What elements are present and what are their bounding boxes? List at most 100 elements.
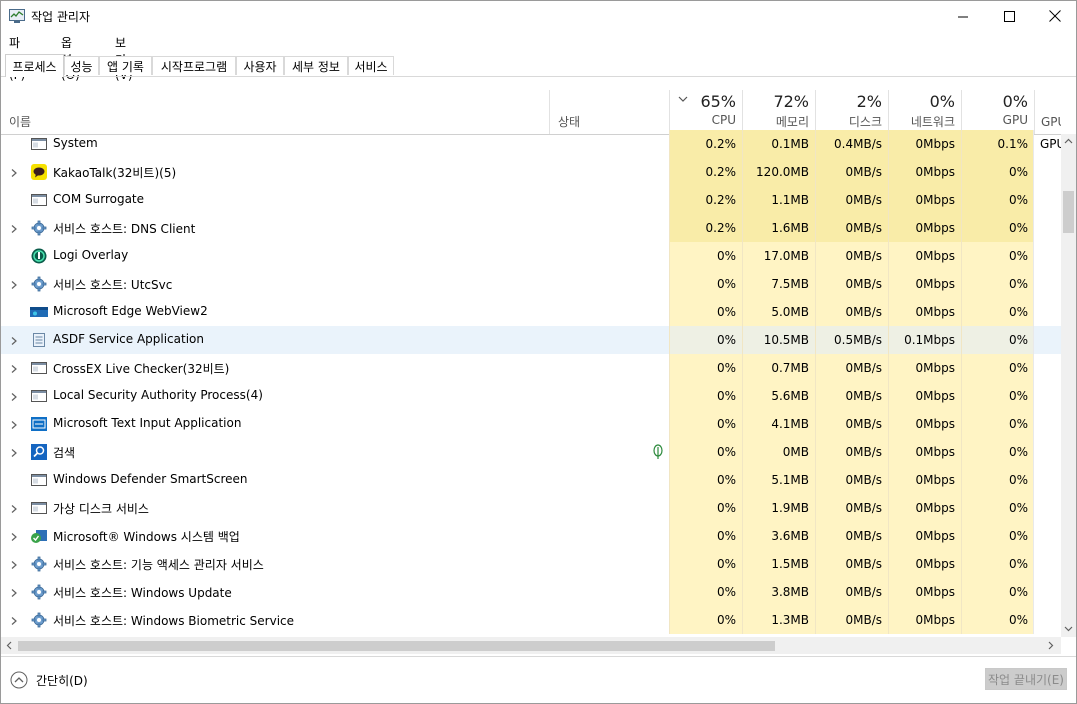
tab-services[interactable]: 서비스 (348, 56, 394, 75)
process-row[interactable]: 서비스 호스트: Windows Update 0% 3.8MB 0MB/s 0Mbps… (1, 578, 1061, 606)
process-row[interactable]: Microsoft Edge WebView2 0% 5.0MB 0MB/s 0Mbps… (1, 298, 1061, 326)
process-gpu-engine (1033, 410, 1061, 438)
process-row[interactable]: 서비스 호스트: 기능 액세스 관리자 서비스 0% 1.5MB 0MB/s 0Mbps… (1, 550, 1061, 578)
expand-chevron-icon[interactable] (9, 391, 19, 401)
document-icon (30, 332, 48, 348)
header-status[interactable]: 상태 (549, 90, 669, 134)
header-gpu-engine[interactable]: GPU 엔 (1034, 90, 1061, 134)
process-gpu: 0% (961, 298, 1034, 326)
process-disk: 0MB/s (815, 522, 888, 550)
expand-chevron-icon[interactable] (9, 503, 19, 513)
process-row[interactable]: KakaoTalk(32비트)(5) 0.2% 120.0MB 0MB/s 0Mbps 0… (1, 158, 1061, 186)
expand-chevron-icon[interactable] (9, 167, 19, 177)
tab-users[interactable]: 사용자 (236, 56, 284, 75)
gear-icon (30, 584, 48, 600)
expand-chevron-icon[interactable] (9, 587, 19, 597)
horizontal-scroll-thumb[interactable] (18, 641, 775, 651)
minimize-icon (957, 16, 968, 17)
expand-chevron-icon[interactable] (9, 335, 19, 345)
process-name: 검색 (53, 446, 76, 460)
process-gpu-engine (1033, 326, 1061, 354)
process-row[interactable]: Microsoft® Windows 시스템 백업 0% 3.6MB 0MB/s 0Mb… (1, 522, 1061, 550)
process-gpu: 0% (961, 214, 1034, 242)
tab-processes[interactable]: 프로세스 (5, 54, 64, 77)
expand-chevron-icon[interactable] (9, 531, 19, 541)
scroll-right-icon[interactable] (1048, 641, 1054, 650)
vertical-scroll-thumb[interactable] (1063, 191, 1074, 233)
process-row[interactable]: System 0.2%0.1MB0.4MB/s0Mbps0.1%GPU (1, 130, 1061, 158)
title-bar[interactable]: 작업 관리자 (1, 1, 1076, 31)
window-icon (30, 472, 48, 488)
process-row[interactable]: COM Surrogate 0.2% 1.1MB 0MB/s 0Mbps 0% (1, 186, 1061, 214)
process-list: System0.2%0.1MB0.4MB/s0Mbps0.1%GPUKakaoT… (1, 130, 1061, 637)
window-icon (30, 500, 48, 516)
process-row[interactable]: Logi Overlay 0% 17.0MB 0MB/s 0Mbps 0% (1, 242, 1061, 270)
search-icon (30, 444, 48, 460)
process-disk: 0MB/s (815, 606, 888, 634)
header-network[interactable]: 0% 네트워크 (888, 90, 961, 134)
expand-chevron-icon[interactable] (9, 419, 19, 429)
process-disk: 0MB/s (815, 186, 888, 214)
process-row[interactable]: ASDF Service Application 0% 10.5MB 0.5MB/s 0… (1, 326, 1061, 354)
expand-chevron-icon[interactable] (9, 447, 19, 457)
expand-chevron-icon[interactable] (9, 615, 19, 625)
gear-icon (30, 220, 48, 236)
process-gpu-engine (1033, 382, 1061, 410)
process-gpu: 0% (961, 466, 1034, 494)
process-disk: 0MB/s (815, 270, 888, 298)
process-row[interactable]: Local Security Authority Process(4) 0% 5.6… (1, 382, 1061, 410)
close-icon (1049, 10, 1061, 22)
process-gpu-engine (1033, 186, 1061, 214)
process-row[interactable]: Windows Defender SmartScreen 0% 5.1MB 0MB/s… (1, 466, 1061, 494)
end-task-button[interactable]: 작업 끝내기(E) (985, 668, 1067, 690)
tab-app-history[interactable]: 앱 기록 (99, 56, 152, 75)
expand-chevron-icon[interactable] (9, 279, 19, 289)
tab-details[interactable]: 세부 정보 (284, 56, 348, 75)
expand-chevron-icon[interactable] (9, 223, 19, 233)
process-memory: 0MB (742, 438, 815, 466)
header-cpu[interactable]: 65% CPU (669, 90, 742, 134)
process-network: 0Mbps (888, 578, 961, 606)
process-gpu-engine (1033, 438, 1061, 466)
process-name: ASDF Service Application (53, 332, 204, 346)
process-memory: 120.0MB (742, 158, 815, 186)
process-gpu: 0% (961, 550, 1034, 578)
process-name: Logi Overlay (53, 248, 129, 262)
process-memory: 5.0MB (742, 298, 815, 326)
expand-chevron-icon[interactable] (9, 363, 19, 373)
maximize-button[interactable] (986, 1, 1032, 31)
gear-icon (30, 612, 48, 628)
process-disk: 0.5MB/s (815, 326, 888, 354)
tab-startup[interactable]: 시작프로그램 (152, 56, 236, 75)
process-row[interactable]: CrossEX Live Checker(32비트) 0% 0.7MB 0MB/s 0M… (1, 354, 1061, 382)
process-disk: 0.4MB/s (815, 130, 888, 158)
process-memory: 1.5MB (742, 550, 815, 578)
process-row[interactable]: 가상 디스크 서비스 0% 1.9MB 0MB/s 0Mbps 0% (1, 494, 1061, 522)
minimize-button[interactable] (940, 1, 986, 31)
scroll-up-icon[interactable] (1064, 138, 1073, 144)
header-memory[interactable]: 72% 메모리 (742, 90, 815, 134)
header-gpu[interactable]: 0% GPU (961, 90, 1034, 134)
process-name: KakaoTalk(32비트)(5) (53, 166, 177, 180)
process-row[interactable]: Microsoft Text Input Application 0% 4.1MB 0… (1, 410, 1061, 438)
scroll-down-icon[interactable] (1064, 626, 1073, 632)
process-row[interactable]: 검색 0% 0MB 0MB/s 0Mbps 0% (1, 438, 1061, 466)
vertical-scrollbar[interactable] (1061, 134, 1076, 637)
process-memory: 3.6MB (742, 522, 815, 550)
header-name[interactable]: 이름 (1, 90, 549, 134)
process-disk: 0MB/s (815, 410, 888, 438)
process-gpu: 0% (961, 438, 1034, 466)
process-name: Microsoft® Windows 시스템 백업 (53, 530, 240, 544)
footer: 간단히(D) 작업 끝내기(E) (1, 656, 1076, 703)
process-name: COM Surrogate (53, 192, 145, 206)
tab-performance[interactable]: 성능 (64, 56, 99, 75)
process-row[interactable]: 서비스 호스트: DNS Client 0.2% 1.6MB 0MB/s 0Mbps 0% (1, 214, 1061, 242)
process-cpu: 0% (669, 438, 742, 466)
scroll-left-icon[interactable] (6, 641, 12, 650)
header-disk[interactable]: 2% 디스크 (815, 90, 888, 134)
process-row[interactable]: 서비스 호스트: UtcSvc 0% 7.5MB 0MB/s 0Mbps 0% (1, 270, 1061, 298)
close-button[interactable] (1032, 1, 1076, 31)
process-row[interactable]: 서비스 호스트: Windows Biometric Service 0% 1.3M… (1, 606, 1061, 634)
expand-chevron-icon[interactable] (9, 559, 19, 569)
horizontal-scrollbar[interactable] (1, 637, 1061, 654)
